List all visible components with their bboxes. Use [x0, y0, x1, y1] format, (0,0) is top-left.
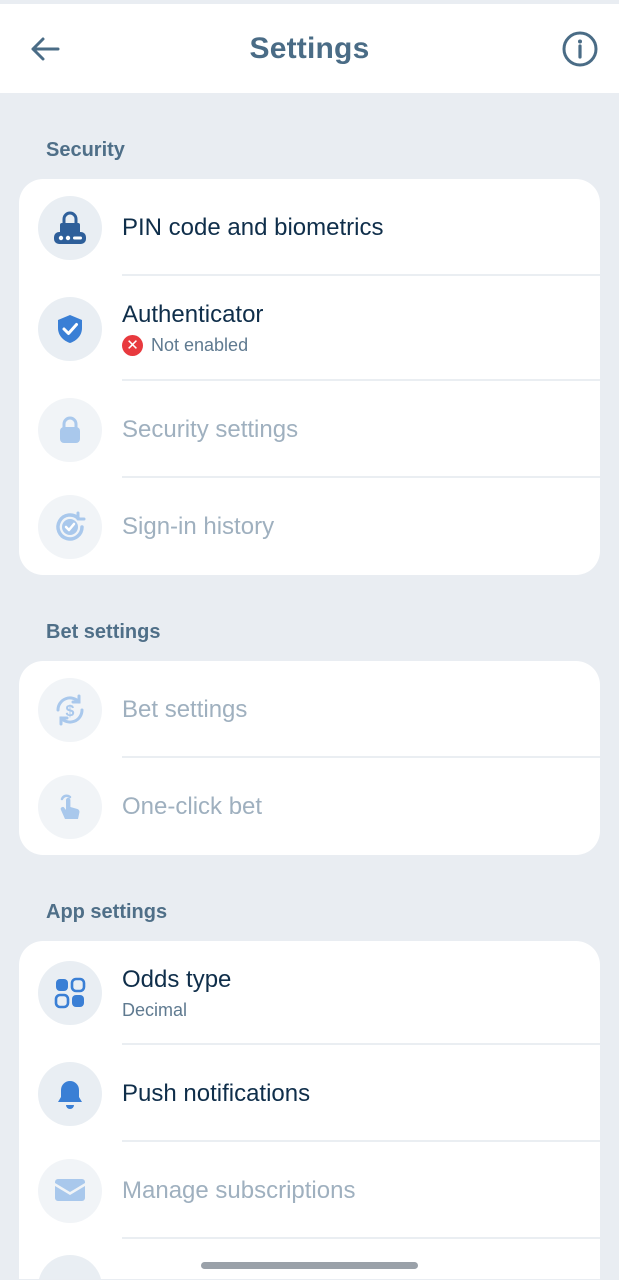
item-label: Manage subscriptions — [122, 1176, 356, 1204]
bet-settings-item[interactable]: $ Bet settings — [19, 661, 600, 758]
item-label: Push notifications — [122, 1079, 311, 1107]
security-settings-item[interactable]: Security settings — [19, 381, 600, 478]
partial-next-item — [19, 1239, 600, 1279]
item-label: Authenticator — [122, 301, 264, 328]
item-label: Bet settings — [122, 695, 248, 723]
shield-check-icon — [38, 296, 102, 361]
arrow-left-icon — [31, 37, 60, 61]
history-check-icon — [38, 494, 102, 559]
sign-in-history-item[interactable]: Sign-in history — [19, 478, 600, 575]
security-card: PIN code and biometrics Authenticator ✕ … — [19, 179, 600, 575]
item-label: Odds type — [122, 965, 232, 993]
item-label: Security settings — [122, 415, 299, 443]
pin-code-biometrics-item[interactable]: PIN code and biometrics — [19, 179, 600, 276]
pin-lock-icon — [38, 195, 102, 260]
section-title-bet: Bet settings — [46, 621, 161, 643]
one-click-bet-item[interactable]: One-click bet — [19, 758, 600, 855]
section-title-app: App settings — [46, 901, 168, 923]
info-button[interactable] — [561, 30, 599, 68]
lock-icon — [38, 397, 102, 462]
item-label: PIN code and biometrics — [122, 213, 384, 241]
mail-icon — [38, 1158, 102, 1223]
item-label: One-click bet — [122, 792, 263, 820]
push-notifications-item[interactable]: Push notifications — [19, 1045, 600, 1142]
bell-icon — [38, 1061, 102, 1126]
odds-type-value: Decimal — [122, 999, 188, 1020]
svg-text:$: $ — [66, 703, 75, 720]
section-title-security: Security — [46, 139, 125, 161]
settings-content: Security PIN code and biometrics Authent… — [0, 93, 619, 1279]
partial-icon — [38, 1255, 102, 1279]
page-title: Settings — [249, 31, 370, 65]
app-card: Odds type Decimal Push notifications Man… — [19, 941, 600, 1279]
bet-card: $ Bet settings One-click bet — [19, 661, 600, 855]
item-label: Sign-in history — [122, 512, 275, 540]
header: Settings — [0, 4, 619, 93]
status-text: Not enabled — [151, 335, 249, 355]
info-icon — [562, 31, 598, 67]
dollar-refresh-icon: $ — [38, 677, 102, 742]
authenticator-item[interactable]: Authenticator ✕ Not enabled — [19, 276, 600, 381]
manage-subscriptions-item[interactable]: Manage subscriptions — [19, 1142, 600, 1239]
home-indicator[interactable] — [201, 1262, 418, 1269]
back-button[interactable] — [26, 30, 64, 68]
grid-icon — [38, 961, 102, 1025]
x-circle-icon: ✕ — [122, 335, 143, 356]
odds-type-item[interactable]: Odds type Decimal — [19, 941, 600, 1045]
tap-finger-icon — [38, 774, 102, 839]
authenticator-status: ✕ Not enabled — [122, 335, 263, 356]
